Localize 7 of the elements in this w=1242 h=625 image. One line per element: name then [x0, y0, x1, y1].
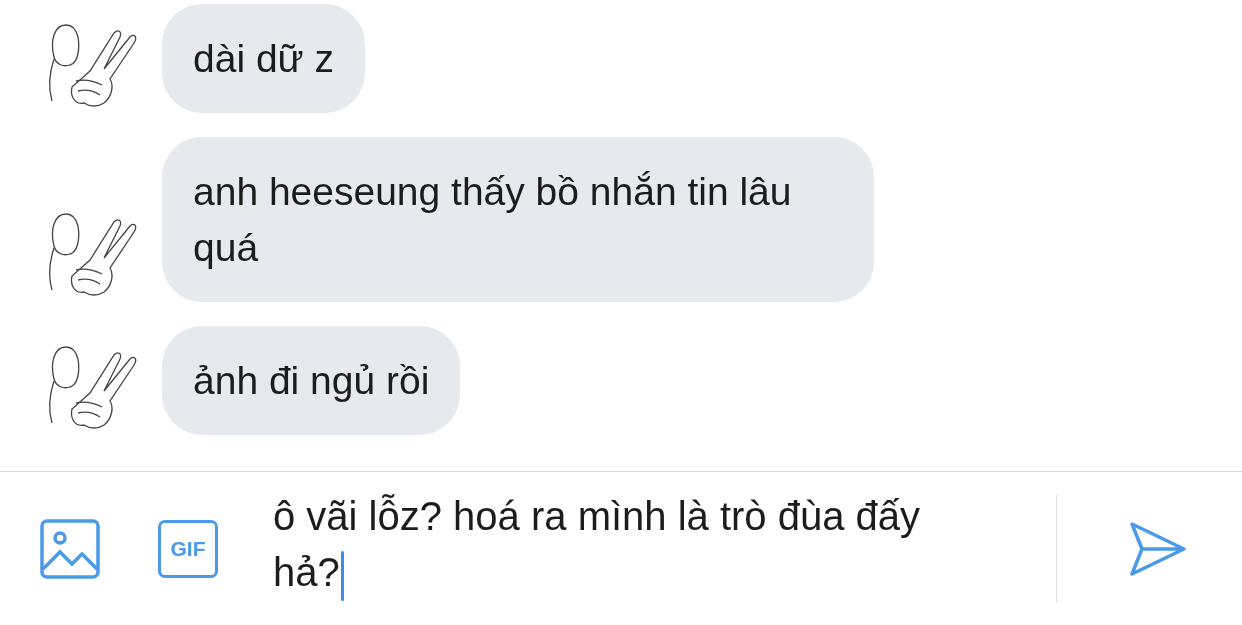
text-caret [340, 550, 345, 601]
message-bubble: dài dữ z [162, 4, 365, 113]
send-icon[interactable] [1129, 519, 1187, 578]
message-bubble: anh heeseung thấy bồ nhắn tin lâu quá [162, 137, 874, 302]
message-bubble: ảnh đi ngủ rồi [162, 326, 461, 435]
message-field[interactable]: ô vãi lỗz? hoá ra mình là trò đùa đấy hả? [273, 488, 963, 601]
image-icon[interactable] [40, 518, 100, 579]
